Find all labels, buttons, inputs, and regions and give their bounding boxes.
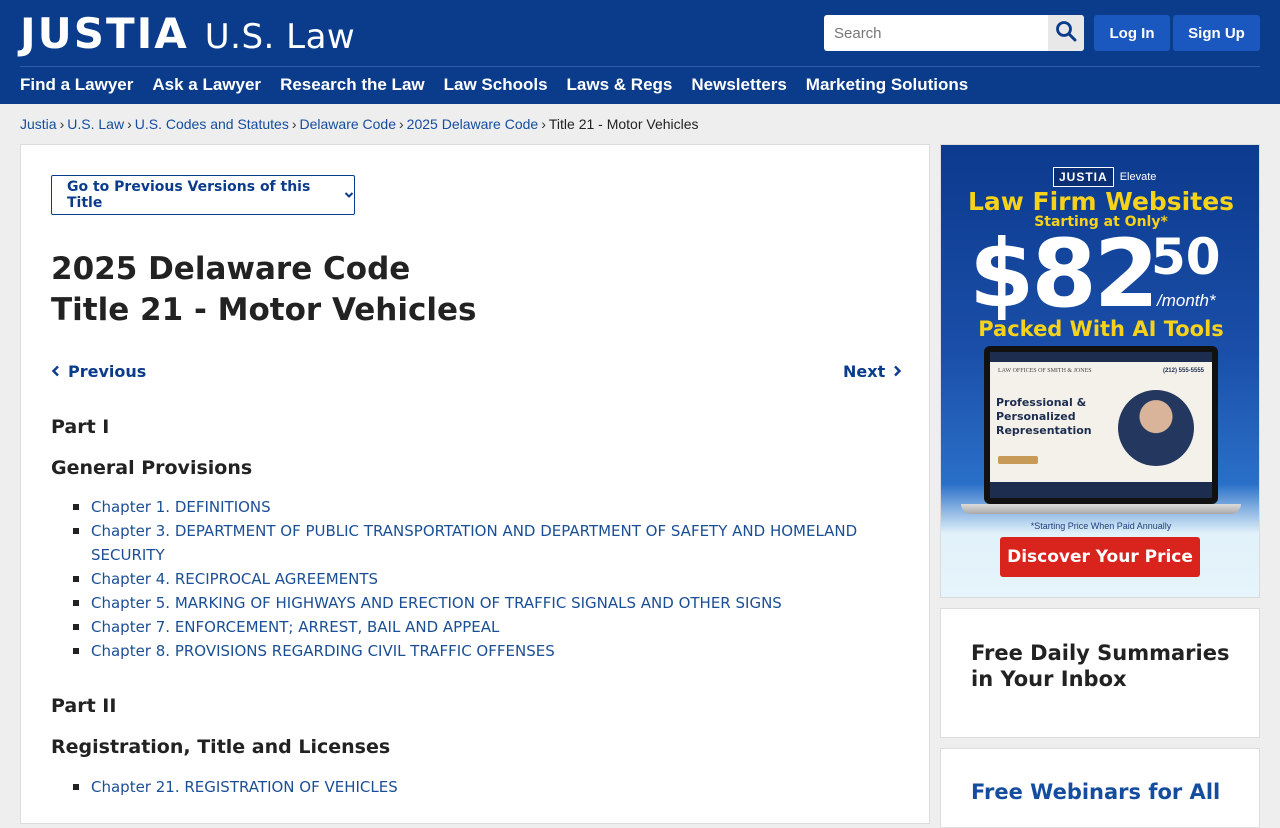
chapter-link[interactable]: Chapter 8. PROVISIONS REGARDING CIVIL TR…	[91, 642, 555, 660]
newsletter-card[interactable]: Free Daily Summaries in Your Inbox	[940, 608, 1260, 738]
laptop-base	[961, 504, 1241, 514]
chapter-link[interactable]: Chapter 1. DEFINITIONS	[91, 498, 271, 516]
laptop-screen-content: LAW OFFICES OF SMITH & JONES (212) 555-5…	[990, 352, 1212, 498]
breadcrumb: Justia › U.S. Law › U.S. Codes and Statutes ›…	[20, 116, 699, 132]
list-item: Chapter 21. REGISTRATION OF VEHICLES	[73, 775, 893, 799]
nav-law-schools[interactable]: Law Schools	[444, 75, 548, 95]
previous-versions-button[interactable]: Go to Previous Versions of this Title	[51, 175, 355, 215]
chapter-list: Chapter 21. REGISTRATION OF VEHICLES	[73, 775, 893, 799]
search-box	[824, 15, 1084, 51]
ad-headline: Law Firm Websites	[967, 187, 1235, 216]
chapter-link[interactable]: Chapter 3. DEPARTMENT OF PUBLIC TRANSPOR…	[91, 522, 857, 564]
header-divider	[20, 66, 1260, 67]
breadcrumb-separator: ›	[127, 116, 132, 132]
chevron-down-icon	[344, 191, 354, 199]
logo-subtitle: U.S. Law	[204, 17, 356, 57]
ad-brand-logo: JUSTIA	[1053, 167, 1114, 187]
part-heading: Part II	[51, 695, 117, 717]
chapter-link[interactable]: Chapter 4. RECIPROCAL AGREEMENTS	[91, 570, 378, 588]
signup-button[interactable]: Sign Up	[1173, 15, 1260, 51]
nav-research-the-law[interactable]: Research the Law	[280, 75, 425, 95]
ad-brand: JUSTIA Elevate	[1053, 167, 1156, 187]
breadcrumb-current: Title 21 - Motor Vehicles	[548, 116, 699, 132]
laptop-headline: Professional & Personalized Representati…	[996, 396, 1092, 437]
nav-newsletters[interactable]: Newsletters	[691, 75, 786, 95]
laptop-navbar	[990, 352, 1212, 362]
laptop-firm-name: LAW OFFICES OF SMITH & JONES	[998, 368, 1092, 374]
ad-footnote: *Starting Price When Paid Annually	[1030, 521, 1172, 531]
search-input[interactable]	[824, 15, 1048, 51]
part-heading: Part I	[51, 416, 110, 438]
chapter-link[interactable]: Chapter 5. MARKING OF HIGHWAYS AND ERECT…	[91, 594, 782, 612]
site-header: JUSTIA U.S. Law Log In Sign Up Find a La…	[0, 0, 1280, 104]
chapter-link[interactable]: Chapter 21. REGISTRATION OF VEHICLES	[91, 778, 398, 796]
laptop-illustration: LAW OFFICES OF SMITH & JONES (212) 555-5…	[984, 346, 1218, 504]
newsletter-card-title: Free Daily Summaries in Your Inbox	[971, 641, 1230, 691]
part-name: Registration, Title and Licenses	[51, 736, 391, 758]
breadcrumb-separator: ›	[399, 116, 404, 132]
ad-price-cents: 50	[1151, 228, 1221, 286]
breadcrumb-separator: ›	[59, 116, 65, 132]
logo-wordmark: JUSTIA	[20, 9, 189, 58]
laptop-phone: (212) 555-5555	[1162, 368, 1204, 374]
breadcrumb-us-codes[interactable]: U.S. Codes and Statutes	[135, 116, 289, 132]
list-item: Chapter 1. DEFINITIONS	[73, 495, 893, 519]
nav-ask-a-lawyer[interactable]: Ask a Lawyer	[152, 75, 261, 95]
breadcrumb-justia[interactable]: Justia	[20, 116, 57, 132]
search-button[interactable]	[1048, 15, 1084, 51]
chevron-left-icon	[51, 362, 60, 381]
page-title-line1: 2025 Delaware Code	[51, 251, 411, 287]
login-button[interactable]: Log In	[1094, 15, 1170, 51]
part-name: General Provisions	[51, 457, 253, 479]
breadcrumb-separator: ›	[291, 116, 297, 132]
breadcrumb-2025-delaware-code[interactable]: 2025 Delaware Code	[407, 116, 539, 132]
main-nav: Find a Lawyer Ask a Lawyer Research the …	[20, 75, 968, 95]
list-item: Chapter 3. DEPARTMENT OF PUBLIC TRANSPOR…	[73, 519, 893, 567]
main-content: Go to Previous Versions of this Title 20…	[20, 144, 930, 824]
previous-versions-label: Go to Previous Versions of this Title	[67, 179, 311, 211]
chevron-right-icon	[893, 362, 902, 381]
laptop-footer	[990, 482, 1212, 498]
nav-find-a-lawyer[interactable]: Find a Lawyer	[20, 75, 133, 95]
discover-price-button[interactable]: Discover Your Price	[1000, 537, 1200, 577]
next-label: Next	[843, 362, 886, 381]
list-item: Chapter 7. ENFORCEMENT; ARREST, BAIL AND…	[73, 615, 893, 639]
sidebar-ad[interactable]: JUSTIA Elevate Law Firm Websites Startin…	[940, 144, 1260, 598]
list-item: Chapter 8. PROVISIONS REGARDING CIVIL TR…	[73, 639, 893, 663]
ad-price-period: /month*	[1157, 291, 1216, 310]
ad-brand-sub: Elevate	[1119, 171, 1157, 183]
laptop-cta	[998, 456, 1038, 464]
nav-laws-regs[interactable]: Laws & Regs	[567, 75, 673, 95]
breadcrumb-delaware-code[interactable]: Delaware Code	[300, 116, 397, 132]
previous-link[interactable]: Previous	[51, 362, 146, 381]
chapter-link[interactable]: Chapter 7. ENFORCEMENT; ARREST, BAIL AND…	[91, 618, 499, 636]
page-title-line2: Title 21 - Motor Vehicles	[51, 292, 477, 328]
breadcrumb-separator: ›	[541, 116, 546, 132]
justia-logo[interactable]: JUSTIA U.S. Law	[20, 9, 356, 58]
previous-label: Previous	[68, 362, 147, 381]
webinars-card-title: Free Webinars for All	[971, 780, 1221, 804]
ad-price: $82	[969, 220, 1159, 329]
chapter-list: Chapter 1. DEFINITIONS Chapter 3. DEPART…	[73, 495, 893, 663]
list-item: Chapter 4. RECIPROCAL AGREEMENTS	[73, 567, 893, 591]
next-link[interactable]: Next	[843, 362, 902, 381]
list-item: Chapter 5. MARKING OF HIGHWAYS AND ERECT…	[73, 591, 893, 615]
ad-tagline: Packed With AI Tools	[978, 317, 1224, 341]
webinars-card[interactable]: Free Webinars for All	[940, 748, 1260, 828]
breadcrumb-us-law[interactable]: U.S. Law	[67, 116, 124, 132]
attorney-photo	[1118, 390, 1194, 466]
search-icon	[1055, 20, 1077, 47]
nav-marketing-solutions[interactable]: Marketing Solutions	[806, 75, 968, 95]
page-title: 2025 Delaware Code Title 21 - Motor Vehi…	[51, 249, 476, 331]
